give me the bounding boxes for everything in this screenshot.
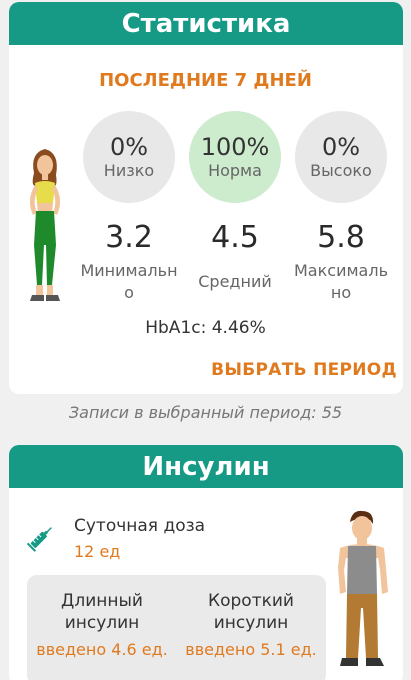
short-insulin: Короткий инсулин введено 5.1 ед. — [176, 590, 326, 659]
daily-dose-value: 12 ед — [74, 542, 121, 561]
syringe-icon — [26, 527, 52, 552]
daily-dose-label: Суточная доза — [74, 516, 206, 536]
avg-stat: 4.5 Средний — [185, 220, 285, 293]
insulin-header: Инсулин — [9, 445, 403, 488]
woman-illustration — [29, 149, 61, 301]
records-count: Записи в выбранный период: 55 — [68, 403, 343, 422]
min-stat: 3.2 Минимально — [79, 220, 179, 304]
min-value: 3.2 — [105, 220, 153, 255]
short-insulin-name: Короткий инсулин — [208, 591, 294, 633]
max-stat: 5.8 Максимально — [291, 220, 391, 304]
high-percent: 0% — [321, 132, 361, 161]
low-percent: 0% — [109, 132, 149, 161]
normal-circle: 100% Норма — [189, 111, 281, 203]
avg-label: Средний — [198, 272, 272, 291]
normal-percent: 100% — [200, 132, 270, 161]
short-insulin-done: введено 5.1 ед. — [185, 640, 317, 659]
long-insulin-name: Длинный инсулин — [61, 591, 143, 633]
choose-period-button[interactable]: ВЫБРАТЬ ПЕРИОД — [211, 360, 397, 380]
statistics-header: Статистика — [9, 2, 403, 45]
long-insulin-done: введено 4.6 ед. — [36, 640, 168, 659]
low-circle: 0% Низко — [83, 111, 175, 203]
statistics-title: Статистика — [121, 8, 291, 39]
avg-value: 4.5 — [211, 220, 259, 255]
normal-label: Норма — [208, 160, 262, 180]
long-insulin: Длинный инсулин введено 4.6 ед. — [27, 590, 177, 659]
max-label: Максимально — [294, 261, 388, 302]
hba1c-value: HbA1c: 4.46% — [145, 318, 266, 338]
daily-dose: Суточная доза 12 ед — [74, 516, 205, 561]
high-circle: 0% Высоко — [295, 111, 387, 203]
max-value: 5.8 — [317, 220, 365, 255]
insulin-title: Инсулин — [142, 451, 270, 482]
high-label: Высоко — [310, 160, 372, 180]
low-label: Низко — [103, 160, 155, 180]
period-title: ПОСЛЕДНИЕ 7 ДНЕЙ — [99, 70, 312, 91]
min-label: Минимально — [80, 261, 178, 302]
man-illustration — [338, 510, 388, 666]
